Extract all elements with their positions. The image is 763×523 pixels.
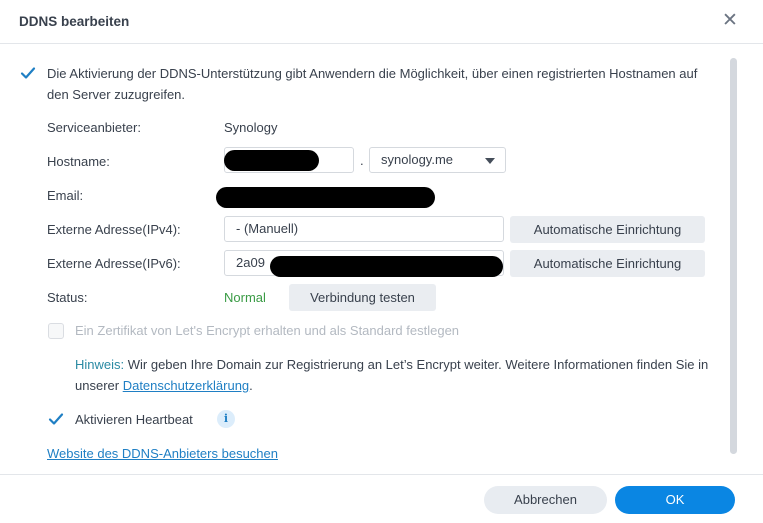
ipv4-label: Externe Adresse(IPv4): xyxy=(47,222,181,237)
info-icon[interactable]: i xyxy=(217,410,235,428)
dialog-titlebar: DDNS bearbeiten ✕ xyxy=(0,0,763,44)
certificate-checkbox[interactable] xyxy=(48,323,64,339)
email-redaction xyxy=(216,187,435,208)
dialog-title: DDNS bearbeiten xyxy=(19,14,130,29)
provider-label: Serviceanbieter: xyxy=(47,120,141,135)
scrollbar-thumb[interactable] xyxy=(730,58,737,454)
status-label: Status: xyxy=(47,290,88,305)
hostname-redaction xyxy=(224,150,319,171)
ipv6-redaction xyxy=(270,256,503,277)
status-value: Normal xyxy=(224,290,266,305)
close-icon[interactable]: ✕ xyxy=(721,11,739,30)
cancel-button[interactable]: Abbrechen xyxy=(484,486,607,514)
provider-website-link[interactable]: Website des DDNS-Anbieters besuchen xyxy=(47,443,278,464)
privacy-policy-link[interactable]: Datenschutzerklärung xyxy=(123,378,249,393)
provider-value: Synology xyxy=(224,120,278,135)
ok-button[interactable]: OK xyxy=(615,486,735,514)
ipv6-auto-button[interactable]: Automatische Einrichtung xyxy=(510,250,705,277)
enable-ddns-checkbox[interactable] xyxy=(20,65,36,81)
dialog-footer: Abbrechen OK xyxy=(0,474,763,523)
enable-ddns-text: Die Aktivierung der DDNS-Unterstützung g… xyxy=(47,66,698,102)
hostname-dot: . xyxy=(360,153,364,168)
certificate-text: Ein Zertifikat von Let's Encrypt erhalte… xyxy=(75,323,460,338)
hint-after: . xyxy=(249,378,253,393)
test-connection-button[interactable]: Verbindung testen xyxy=(289,284,436,311)
scrollbar[interactable] xyxy=(730,58,737,454)
email-label: Email: xyxy=(47,188,84,203)
heartbeat-checkbox[interactable] xyxy=(48,411,64,427)
hint-paragraph: Hinweis: Wir geben Ihre Domain zur Regis… xyxy=(75,354,725,396)
hint-label: Hinweis: xyxy=(75,357,125,372)
ipv4-auto-button[interactable]: Automatische Einrichtung xyxy=(510,216,705,243)
domain-select[interactable]: synology.me xyxy=(369,147,506,173)
hostname-label: Hostname: xyxy=(47,154,110,169)
heartbeat-text: Aktivieren Heartbeat xyxy=(75,412,193,427)
domain-select-value: synology.me xyxy=(381,152,454,167)
ipv6-label: Externe Adresse(IPv6): xyxy=(47,256,181,271)
chevron-down-icon xyxy=(485,158,495,164)
ipv4-input[interactable]: - (Manuell) xyxy=(224,216,504,242)
